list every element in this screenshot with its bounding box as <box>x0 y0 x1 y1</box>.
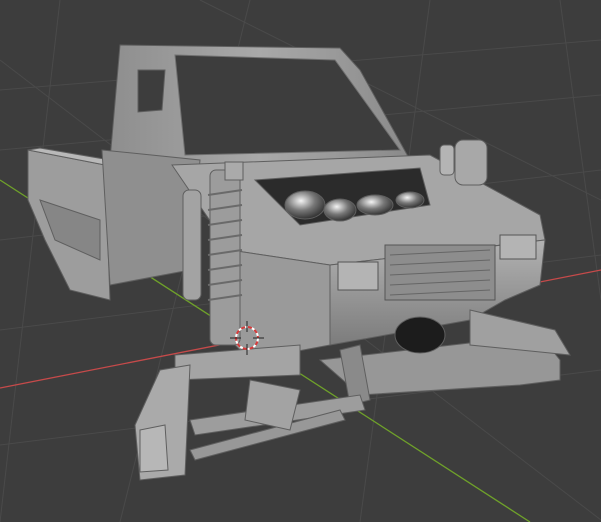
3d-viewport[interactable] <box>0 0 601 522</box>
viewport-scene[interactable] <box>0 0 601 522</box>
truck-model[interactable] <box>27 44 571 481</box>
